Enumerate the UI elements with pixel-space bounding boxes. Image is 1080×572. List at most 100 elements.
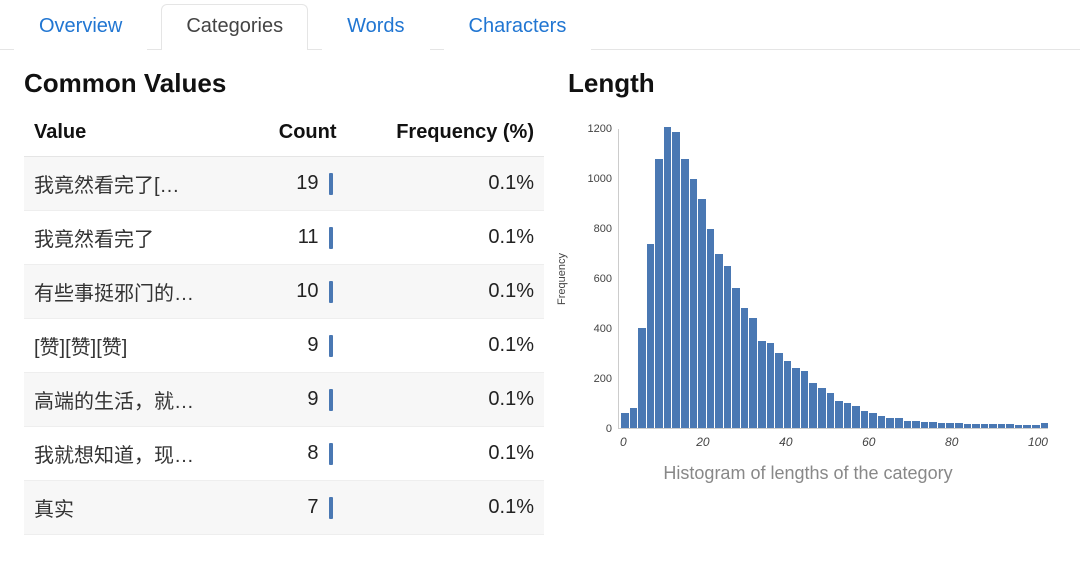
cell-count: 11 <box>249 211 346 265</box>
chart-caption: Histogram of lengths of the category <box>568 463 1048 484</box>
mini-bar-icon <box>329 497 333 519</box>
mini-bar-icon <box>329 389 333 411</box>
cell-count: 10 <box>249 265 346 319</box>
chart-bar <box>869 129 877 428</box>
chart-bar <box>724 129 732 428</box>
chart-bar <box>861 129 869 428</box>
chart-bar <box>912 129 920 428</box>
chart-ytick: 600 <box>594 273 612 285</box>
chart-xtick: 0 <box>620 435 627 449</box>
cell-value: 真实 <box>24 481 249 535</box>
chart-bar <box>655 129 663 428</box>
cell-count: 9 <box>249 373 346 427</box>
chart-bar <box>998 129 1006 428</box>
chart-bar <box>792 129 800 428</box>
mini-bar-icon <box>329 173 333 195</box>
table-row: 我就想知道，现…80.1% <box>24 427 544 481</box>
chart-bar <box>989 129 997 428</box>
chart-bar <box>621 129 629 428</box>
cell-freq: 0.1% <box>347 319 544 373</box>
cell-count: 19 <box>249 157 346 211</box>
chart-bar <box>758 129 766 428</box>
common-values-title: Common Values <box>24 68 544 99</box>
chart-xtick: 60 <box>862 435 875 449</box>
cell-freq: 0.1% <box>347 373 544 427</box>
cell-count: 8 <box>249 427 346 481</box>
chart-bar <box>921 129 929 428</box>
chart-bar <box>929 129 937 428</box>
common-values-table: Value Count Frequency (%) 我竟然看完了[…190.1%… <box>24 111 544 535</box>
chart-bar <box>715 129 723 428</box>
tab-words[interactable]: Words <box>322 4 429 50</box>
chart-ytick: 1000 <box>588 173 612 185</box>
table-row: 我竟然看完了110.1% <box>24 211 544 265</box>
table-row: 我竟然看完了[…190.1% <box>24 157 544 211</box>
chart-xaxis: 020406080100 <box>620 429 1048 449</box>
tab-overview[interactable]: Overview <box>14 4 147 50</box>
chart-bar <box>878 129 886 428</box>
cell-value: 高端的生活，就… <box>24 373 249 427</box>
chart-xtick: 20 <box>696 435 709 449</box>
col-value: Value <box>24 111 249 157</box>
mini-bar-icon <box>329 227 333 249</box>
tab-characters[interactable]: Characters <box>444 4 592 50</box>
chart-bar <box>690 129 698 428</box>
cell-value: 我竟然看完了 <box>24 211 249 265</box>
chart-bar <box>904 129 912 428</box>
chart-bar <box>775 129 783 428</box>
chart-bar <box>1041 129 1049 428</box>
common-values-pane: Common Values Value Count Frequency (%) … <box>24 64 544 535</box>
table-row: 有些事挺邪门的…100.1% <box>24 265 544 319</box>
col-count: Count <box>249 111 346 157</box>
chart-bar <box>981 129 989 428</box>
chart-bar <box>630 129 638 428</box>
table-row: 高端的生活，就…90.1% <box>24 373 544 427</box>
col-freq: Frequency (%) <box>347 111 544 157</box>
chart-bar <box>732 129 740 428</box>
length-title: Length <box>568 68 1056 99</box>
chart-bar <box>638 129 646 428</box>
chart-bar <box>972 129 980 428</box>
cell-freq: 0.1% <box>347 211 544 265</box>
chart-bar <box>749 129 757 428</box>
tab-categories[interactable]: Categories <box>161 4 308 50</box>
chart-ytick: 800 <box>594 223 612 235</box>
chart-bar <box>809 129 817 428</box>
chart-bar <box>1015 129 1023 428</box>
chart-ylabel: Frequency <box>556 253 568 305</box>
chart-bar <box>1023 129 1031 428</box>
chart-yaxis: Frequency 020040060080010001200 <box>568 129 618 429</box>
chart-bar <box>938 129 946 428</box>
cell-count: 7 <box>249 481 346 535</box>
cell-freq: 0.1% <box>347 427 544 481</box>
chart-bar <box>852 129 860 428</box>
table-row: 真实70.1% <box>24 481 544 535</box>
cell-value: 我竟然看完了[… <box>24 157 249 211</box>
length-pane: Length Frequency 020040060080010001200 0… <box>568 64 1056 535</box>
chart-bar <box>647 129 655 428</box>
chart-ytick: 1200 <box>588 123 612 135</box>
chart-bar <box>707 129 715 428</box>
length-histogram: Frequency 020040060080010001200 02040608… <box>568 111 1056 484</box>
chart-bars <box>618 129 1048 429</box>
chart-ytick: 0 <box>606 423 612 435</box>
tabs-bar: Overview Categories Words Characters <box>0 0 1080 50</box>
chart-xtick: 100 <box>1028 435 1048 449</box>
chart-ytick: 200 <box>594 373 612 385</box>
chart-bar <box>1006 129 1014 428</box>
chart-bar <box>895 129 903 428</box>
cell-value: 有些事挺邪门的… <box>24 265 249 319</box>
cell-count: 9 <box>249 319 346 373</box>
chart-xtick: 40 <box>779 435 792 449</box>
chart-bar <box>767 129 775 428</box>
chart-bar <box>844 129 852 428</box>
chart-bar <box>835 129 843 428</box>
mini-bar-icon <box>329 281 333 303</box>
cell-freq: 0.1% <box>347 265 544 319</box>
cell-freq: 0.1% <box>347 157 544 211</box>
table-row: [赞][赞][赞]90.1% <box>24 319 544 373</box>
cell-value: 我就想知道，现… <box>24 427 249 481</box>
chart-bar <box>964 129 972 428</box>
chart-bar <box>741 129 749 428</box>
chart-bar <box>672 129 680 428</box>
